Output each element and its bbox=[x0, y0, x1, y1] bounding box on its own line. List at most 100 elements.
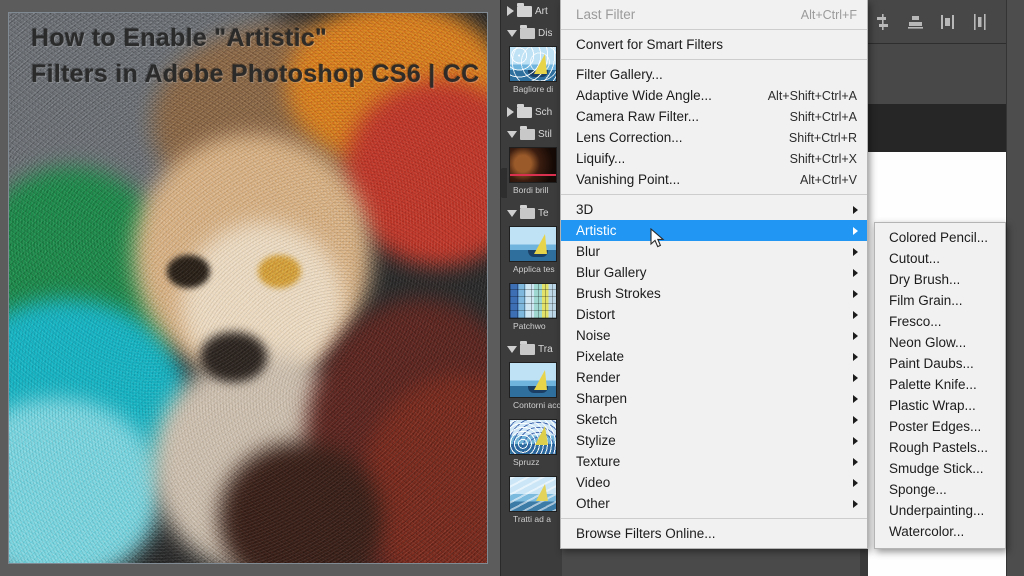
menu-item-stylize[interactable]: Stylize bbox=[561, 430, 867, 451]
folder-open-icon bbox=[520, 24, 535, 39]
submenu-item-label: Watercolor... bbox=[889, 524, 965, 539]
distribute-vertical-centers-icon[interactable] bbox=[972, 14, 987, 30]
menu-item-lens-correction[interactable]: Lens Correction... Shift+Ctrl+R bbox=[561, 127, 867, 148]
submenu-item-palette-knife[interactable]: Palette Knife... bbox=[875, 374, 1005, 395]
submenu-item-underpainting[interactable]: Underpainting... bbox=[875, 500, 1005, 521]
menu-item-adaptive-wide-angle[interactable]: Adaptive Wide Angle... Alt+Shift+Ctrl+A bbox=[561, 85, 867, 106]
submenu-item-sponge[interactable]: Sponge... bbox=[875, 479, 1005, 500]
menu-item-label: Other bbox=[576, 496, 610, 511]
submenu-item-label: Colored Pencil... bbox=[889, 230, 989, 245]
preset-thumbnail[interactable] bbox=[509, 226, 557, 262]
actions-group-te[interactable]: Te bbox=[501, 202, 562, 224]
actions-group-label: Sch bbox=[535, 106, 553, 118]
align-vertical-centers-icon[interactable] bbox=[876, 14, 891, 30]
panel-collapse-grip[interactable] bbox=[501, 168, 507, 198]
actions-group-art[interactable]: Art bbox=[501, 0, 562, 22]
folder-open-icon bbox=[520, 340, 535, 355]
actions-group-sch[interactable]: Sch bbox=[501, 101, 562, 123]
menu-item-last-filter: Last Filter Alt+Ctrl+F bbox=[561, 4, 867, 25]
action-preset-item[interactable]: Bagliore di bbox=[501, 44, 562, 101]
artistic-submenu[interactable]: Colored Pencil... Cutout... Dry Brush... Fi… bbox=[874, 222, 1006, 549]
options-bar[interactable] bbox=[860, 0, 1008, 44]
triangle-down-icon[interactable] bbox=[507, 345, 517, 353]
filter-menu[interactable]: Last Filter Alt+Ctrl+F Convert for Smart F… bbox=[560, 0, 868, 549]
submenu-arrow-icon bbox=[853, 499, 858, 508]
document-canvas-area[interactable]: How to Enable "Artistic" Filters in Adob… bbox=[0, 0, 500, 576]
preset-caption: Tratti ad a bbox=[513, 514, 551, 524]
panel-region-upper bbox=[868, 44, 1008, 104]
preset-thumbnail[interactable] bbox=[509, 362, 557, 398]
submenu-item-label: Rough Pastels... bbox=[889, 440, 989, 455]
menu-separator bbox=[561, 59, 867, 60]
folder-open-icon bbox=[520, 125, 535, 140]
triangle-down-icon[interactable] bbox=[507, 130, 517, 138]
lion-artwork-image bbox=[9, 13, 487, 563]
folder-open-icon bbox=[520, 204, 535, 219]
submenu-item-label: Dry Brush... bbox=[889, 272, 961, 287]
menu-item-video[interactable]: Video bbox=[561, 472, 867, 493]
actions-group-tra[interactable]: Tra bbox=[501, 338, 562, 360]
menu-item-browse-filters-online[interactable]: Browse Filters Online... bbox=[561, 523, 867, 544]
submenu-item-rough-pastels[interactable]: Rough Pastels... bbox=[875, 437, 1005, 458]
menu-item-blur-gallery[interactable]: Blur Gallery bbox=[561, 262, 867, 283]
menu-item-artistic[interactable]: Artistic bbox=[561, 220, 867, 241]
preset-thumbnail[interactable] bbox=[509, 147, 557, 183]
submenu-item-smudge-stick[interactable]: Smudge Stick... bbox=[875, 458, 1005, 479]
submenu-arrow-icon bbox=[853, 310, 858, 319]
menu-item-shortcut: Alt+Ctrl+F bbox=[800, 7, 857, 22]
menu-item-noise[interactable]: Noise bbox=[561, 325, 867, 346]
menu-item-label: Stylize bbox=[576, 433, 616, 448]
submenu-item-label: Smudge Stick... bbox=[889, 461, 984, 476]
actions-group-stil[interactable]: Stil bbox=[501, 123, 562, 145]
menu-item-sharpen[interactable]: Sharpen bbox=[561, 388, 867, 409]
submenu-item-film-grain[interactable]: Film Grain... bbox=[875, 290, 1005, 311]
submenu-item-fresco[interactable]: Fresco... bbox=[875, 311, 1005, 332]
distribute-horizontal-icon[interactable] bbox=[940, 14, 955, 30]
menu-item-3d[interactable]: 3D bbox=[561, 199, 867, 220]
menu-item-distort[interactable]: Distort bbox=[561, 304, 867, 325]
menu-item-blur[interactable]: Blur bbox=[561, 241, 867, 262]
action-preset-item[interactable]: Contorni acc bbox=[501, 360, 562, 417]
submenu-item-neon-glow[interactable]: Neon Glow... bbox=[875, 332, 1005, 353]
action-preset-item[interactable]: Patchwo bbox=[501, 281, 562, 338]
menu-item-convert-for-smart-filters[interactable]: Convert for Smart Filters bbox=[561, 34, 867, 55]
triangle-right-icon[interactable] bbox=[507, 107, 514, 117]
preset-thumbnail[interactable] bbox=[509, 283, 557, 319]
menu-item-pixelate[interactable]: Pixelate bbox=[561, 346, 867, 367]
submenu-item-cutout[interactable]: Cutout... bbox=[875, 248, 1005, 269]
menu-item-other[interactable]: Other bbox=[561, 493, 867, 514]
submenu-item-plastic-wrap[interactable]: Plastic Wrap... bbox=[875, 395, 1005, 416]
triangle-down-icon[interactable] bbox=[507, 209, 517, 217]
actions-panel[interactable]: Art Dis Bagliore di Sch Stil Bordi brill bbox=[500, 0, 562, 576]
submenu-item-watercolor[interactable]: Watercolor... bbox=[875, 521, 1005, 542]
submenu-item-dry-brush[interactable]: Dry Brush... bbox=[875, 269, 1005, 290]
triangle-down-icon[interactable] bbox=[507, 29, 517, 37]
action-preset-item[interactable]: Applica tes bbox=[501, 224, 562, 281]
submenu-item-colored-pencil[interactable]: Colored Pencil... bbox=[875, 227, 1005, 248]
preset-caption: Bagliore di bbox=[513, 84, 554, 94]
menu-item-render[interactable]: Render bbox=[561, 367, 867, 388]
action-preset-item[interactable]: Tratti ad a bbox=[501, 474, 562, 531]
triangle-right-icon[interactable] bbox=[507, 6, 514, 16]
submenu-item-paint-daubs[interactable]: Paint Daubs... bbox=[875, 353, 1005, 374]
align-bottom-edges-icon[interactable] bbox=[908, 14, 923, 30]
menu-item-vanishing-point[interactable]: Vanishing Point... Alt+Ctrl+V bbox=[561, 169, 867, 190]
menu-item-sketch[interactable]: Sketch bbox=[561, 409, 867, 430]
preset-thumbnail[interactable] bbox=[509, 419, 557, 455]
menu-item-camera-raw-filter[interactable]: Camera Raw Filter... Shift+Ctrl+A bbox=[561, 106, 867, 127]
document-window[interactable]: How to Enable "Artistic" Filters in Adob… bbox=[8, 12, 488, 564]
menu-item-liquify[interactable]: Liquify... Shift+Ctrl+X bbox=[561, 148, 867, 169]
submenu-arrow-icon bbox=[853, 205, 858, 214]
action-preset-item[interactable]: Bordi brill bbox=[501, 145, 562, 202]
action-preset-item[interactable]: Spruzz bbox=[501, 417, 562, 474]
preset-thumbnail[interactable] bbox=[509, 46, 557, 82]
menu-item-shortcut: Shift+Ctrl+R bbox=[788, 130, 857, 145]
menu-item-filter-gallery[interactable]: Filter Gallery... bbox=[561, 64, 867, 85]
actions-group-dis[interactable]: Dis bbox=[501, 22, 562, 44]
menu-item-texture[interactable]: Texture bbox=[561, 451, 867, 472]
menu-item-label: Blur bbox=[576, 244, 601, 259]
submenu-item-poster-edges[interactable]: Poster Edges... bbox=[875, 416, 1005, 437]
preset-thumbnail[interactable] bbox=[509, 476, 557, 512]
preset-caption: Applica tes bbox=[513, 264, 555, 274]
menu-item-brush-strokes[interactable]: Brush Strokes bbox=[561, 283, 867, 304]
